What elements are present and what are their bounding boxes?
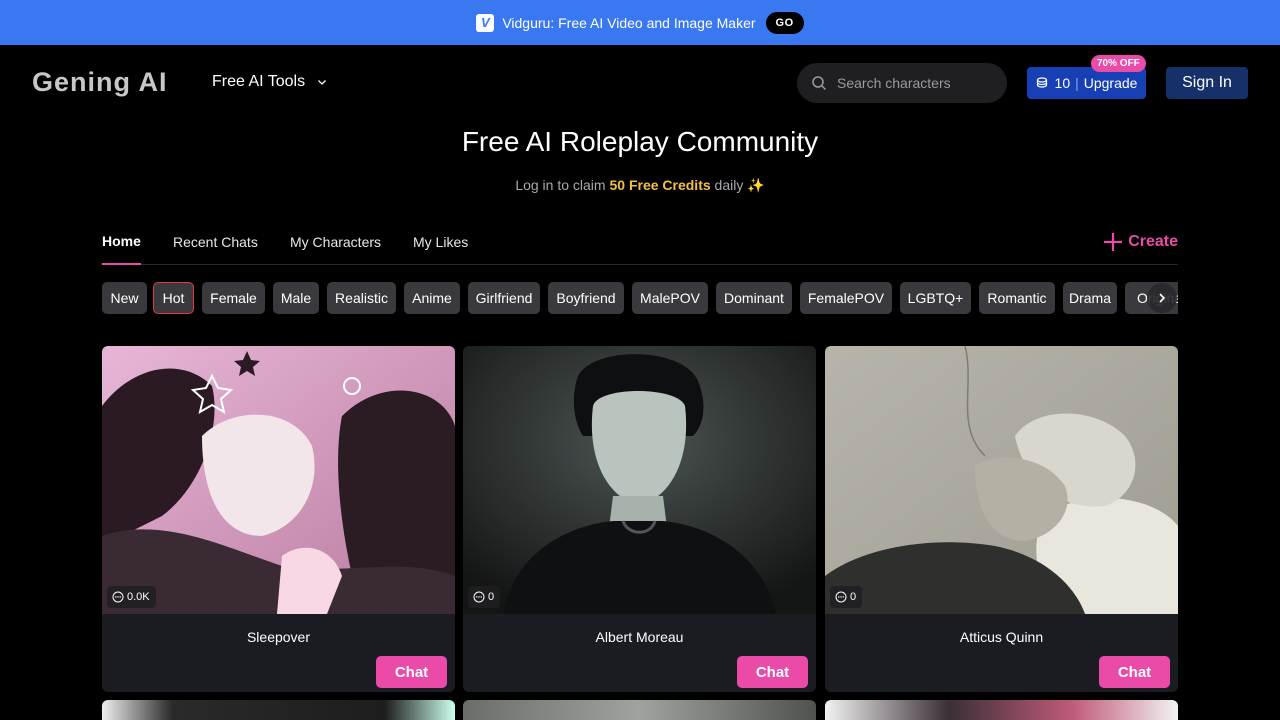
search-icon	[812, 76, 827, 91]
chat-bubble-icon	[473, 591, 485, 603]
create-label: Create	[1128, 233, 1178, 250]
chat-button[interactable]: Chat	[737, 656, 808, 688]
tab-recent-chats[interactable]: Recent Chats	[173, 234, 258, 250]
discount-badge: 70% OFF	[1091, 55, 1146, 72]
login-promo-prefix: Log in to claim	[515, 177, 606, 193]
main-tabs: Home Recent Chats My Characters My Likes…	[102, 226, 1178, 265]
character-image[interactable]	[463, 346, 816, 614]
chat-bubble-icon	[112, 591, 124, 603]
filter-chip[interactable]: Boyfriend	[548, 282, 624, 314]
promo-text: Vidguru: Free AI Video and Image Maker	[502, 14, 756, 31]
header: Gening AI Free AI Tools 10 | Upgrade 70%…	[0, 45, 1280, 121]
filter-chip[interactable]: Dominant	[716, 282, 792, 314]
login-promo-suffix: daily ✨	[714, 177, 765, 193]
brand-logo[interactable]: Gening AI	[32, 67, 168, 98]
tab-my-characters[interactable]: My Characters	[290, 234, 381, 250]
character-card[interactable]: 0 Atticus Quinn Chat	[825, 346, 1178, 692]
character-name: Albert Moreau	[595, 629, 684, 645]
search-box[interactable]	[797, 63, 1007, 103]
tab-home[interactable]: Home	[102, 233, 141, 249]
vidguru-logo-icon: V	[476, 13, 495, 32]
filter-chip[interactable]: MalePOV	[632, 282, 708, 314]
promo-go-button[interactable]: GO	[765, 11, 804, 34]
filter-chip[interactable]: Male	[273, 282, 319, 314]
active-tab-indicator	[102, 263, 141, 265]
create-button[interactable]: Create	[1102, 231, 1178, 253]
filter-chip[interactable]: Girlfriend	[468, 282, 540, 314]
character-card-next-row[interactable]	[102, 700, 455, 720]
chat-count: 0	[488, 591, 495, 603]
character-name: Sleepover	[246, 629, 311, 645]
plus-icon	[1104, 233, 1123, 251]
chat-button[interactable]: Chat	[1099, 656, 1170, 688]
character-card-next-row[interactable]	[825, 700, 1178, 720]
chat-count-badge: 0.0K	[107, 586, 156, 608]
filter-chip[interactable]: LGBTQ+	[900, 282, 971, 314]
filter-chip-selected[interactable]: Hot	[153, 282, 194, 314]
chat-count: 0	[850, 591, 857, 603]
chat-count-badge: 0	[468, 586, 501, 608]
chat-count: 0.0K	[127, 591, 150, 603]
filter-chip[interactable]: Anime	[404, 282, 460, 314]
filters-scroll-right-button[interactable]	[1147, 283, 1177, 313]
coins-icon	[1036, 77, 1047, 88]
chat-count-badge: 0	[830, 586, 863, 608]
filter-chip[interactable]: Drama	[1063, 282, 1117, 314]
free-ai-tools-menu[interactable]: Free AI Tools	[212, 73, 327, 91]
character-card-next-row[interactable]	[463, 700, 816, 720]
character-card[interactable]: 0 Albert Moreau Chat	[463, 346, 816, 692]
character-image[interactable]	[825, 346, 1178, 614]
free-ai-tools-label: Free AI Tools	[212, 73, 306, 90]
chat-button[interactable]: Chat	[376, 656, 447, 688]
page-title: Free AI Roleplay Community	[461, 126, 819, 157]
sign-in-button[interactable]: Sign In	[1166, 67, 1248, 99]
character-card[interactable]: 0.0K Sleepover Chat	[102, 346, 455, 692]
character-name: Atticus Quinn	[959, 629, 1044, 645]
login-promo-text: Log in to claim 50 Free Credits daily ✨	[0, 177, 1280, 194]
chevron-right-icon	[1159, 293, 1166, 303]
category-filters: New Hot Female Male Realistic Anime Girl…	[102, 282, 1178, 314]
divider: |	[1075, 75, 1079, 91]
chevron-down-icon	[318, 80, 327, 85]
filter-chip[interactable]: Romantic	[979, 282, 1055, 314]
credits-count: 10	[1054, 75, 1071, 91]
promo-banner[interactable]: V Vidguru: Free AI Video and Image Maker…	[0, 0, 1280, 45]
character-image[interactable]	[102, 346, 455, 614]
filter-chip[interactable]: New	[102, 282, 147, 314]
filter-chip[interactable]: Realistic	[327, 282, 396, 314]
filter-chip[interactable]: Female	[202, 282, 265, 314]
search-input[interactable]	[837, 75, 987, 91]
tab-my-likes[interactable]: My Likes	[413, 234, 468, 250]
upgrade-label: Upgrade	[1083, 75, 1138, 91]
filter-chip[interactable]: FemalePOV	[800, 282, 892, 314]
chat-bubble-icon	[835, 591, 847, 603]
free-credits-highlight: 50 Free Credits	[609, 177, 711, 193]
